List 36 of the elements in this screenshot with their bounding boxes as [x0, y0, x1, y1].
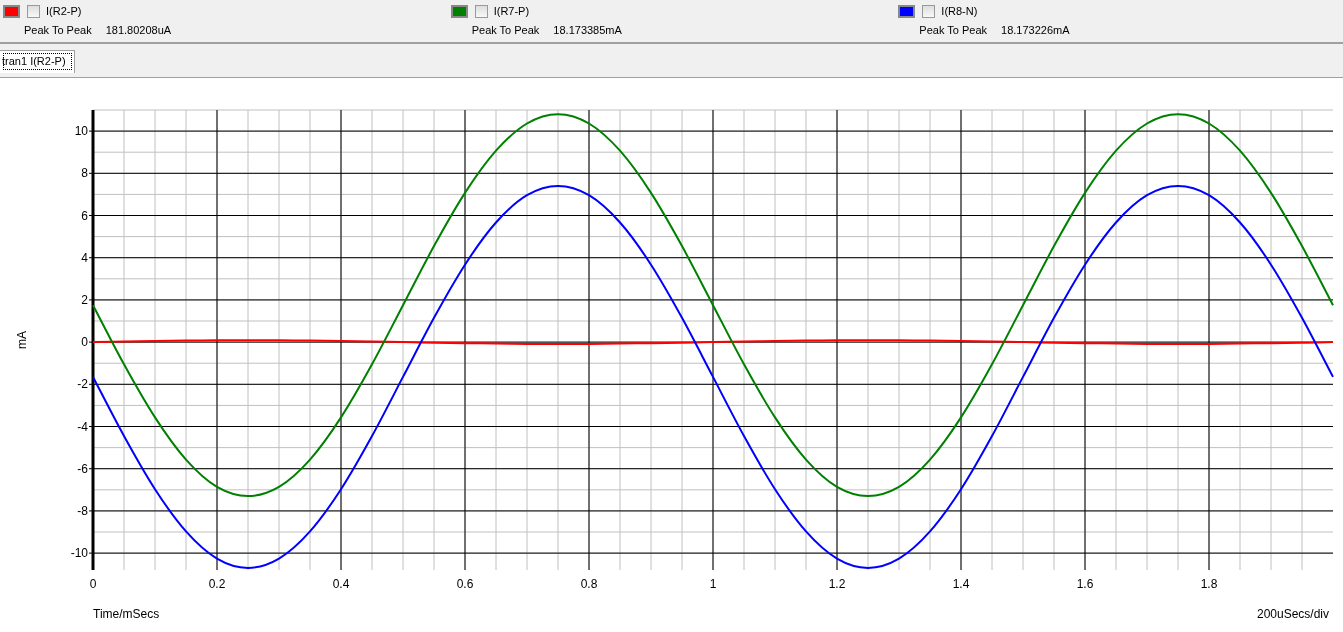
x-axis-label: Time/mSecs: [93, 607, 160, 621]
checkbox[interactable]: [27, 4, 40, 18]
measure-value: 181.80208uA: [105, 24, 172, 36]
x-tick-label: 1: [709, 577, 717, 591]
x-tick-label: 1.8: [1200, 577, 1218, 591]
x-tick-label: 0.2: [208, 577, 226, 591]
measure-value: 18.173385mA: [553, 24, 622, 36]
x-tick-label: 1.4: [952, 577, 970, 591]
y-axis-label: mA: [15, 331, 29, 349]
y-tick-label: 6: [81, 208, 88, 223]
measure-label: Peak To Peak: [24, 24, 92, 36]
measure-value: 18.173226mA: [1001, 24, 1070, 36]
trace-label: I(R8-N): [941, 5, 978, 17]
y-tick-label: -2: [77, 377, 88, 392]
checkbox[interactable]: [922, 4, 936, 18]
x-tick-label: 0.4: [332, 577, 350, 591]
y-tick-label: 2: [81, 292, 88, 307]
checkbox[interactable]: [474, 4, 488, 18]
y-tick-label: -8: [77, 503, 88, 518]
y-tick-label: -10: [70, 546, 88, 561]
y-tick-label: 4: [81, 250, 88, 265]
trace-label: I(R7-P): [493, 5, 530, 17]
measure-label: Peak To Peak: [919, 24, 988, 36]
measure-label: Peak To Peak: [471, 24, 540, 36]
x-tick-label: 0.6: [456, 577, 474, 591]
y-tick-label: 10: [74, 124, 88, 139]
y-tick-label: 0: [81, 335, 88, 350]
x-tick-label: 1.2: [828, 577, 846, 591]
trace-label: I(R2-P): [46, 5, 82, 17]
y-tick-label: 8: [81, 166, 88, 181]
y-tick-label: -4: [77, 419, 88, 434]
x-tick-label: 0.8: [580, 577, 598, 591]
y-tick-label: -6: [77, 461, 88, 476]
x-tick-label: 1.6: [1076, 577, 1094, 591]
x-tick-label: 0: [89, 577, 97, 591]
scale-label: 200uSecs/div: [1256, 607, 1329, 621]
